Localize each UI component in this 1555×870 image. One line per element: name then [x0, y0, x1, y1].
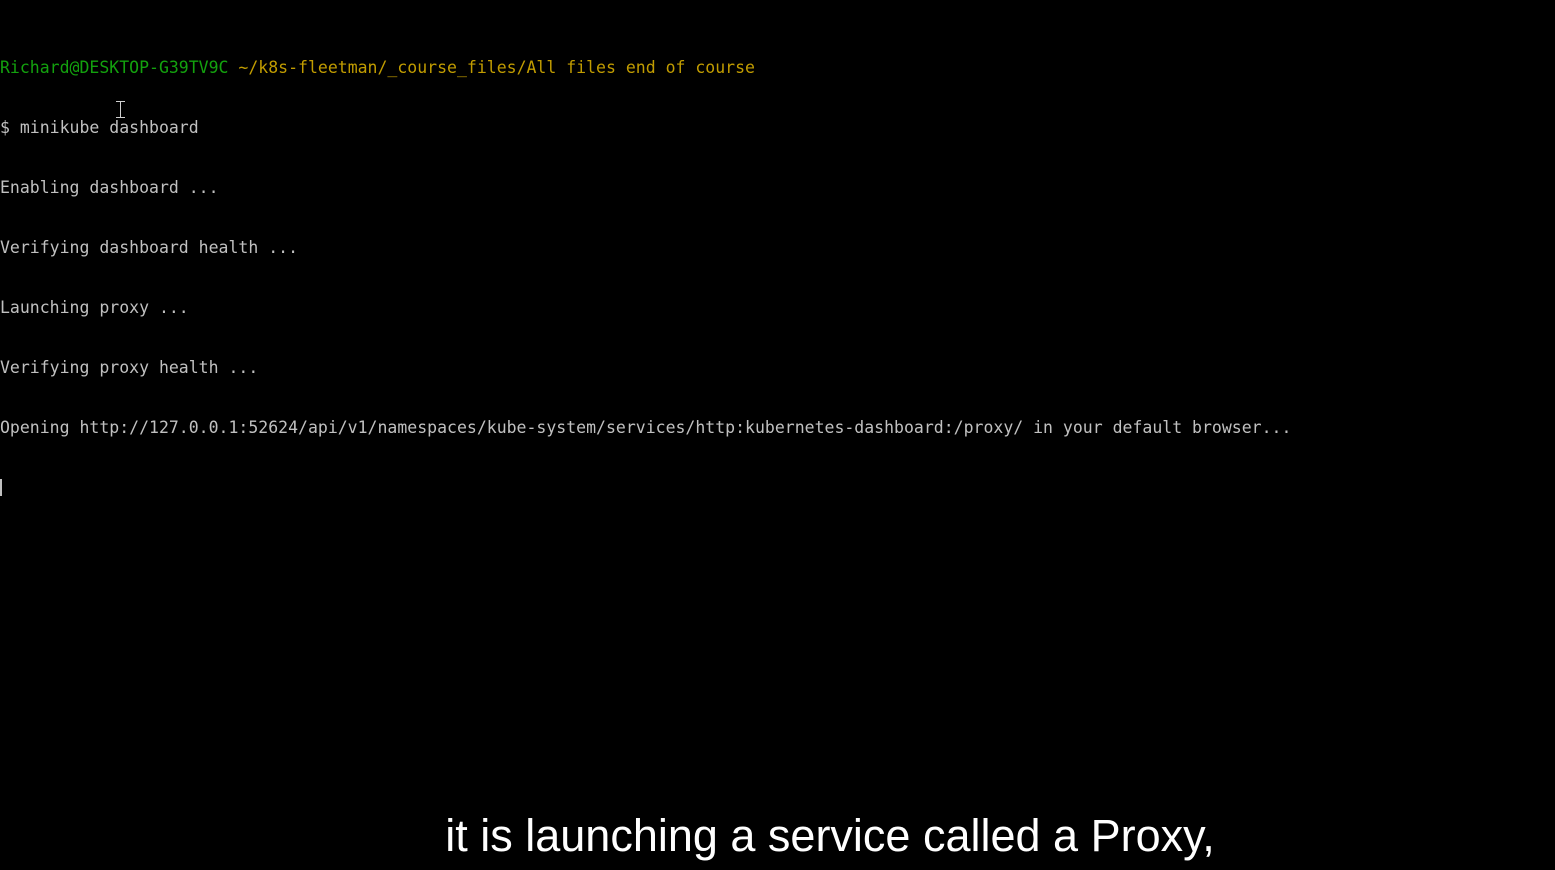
output-line: Opening http://127.0.0.1:52624/api/v1/na… [0, 418, 1292, 437]
ibeam-cursor-icon [116, 101, 125, 118]
video-subtitle: it is launching a service called a Proxy… [445, 810, 1215, 861]
terminal-output[interactable]: Richard@DESKTOP-G39TV9C ~/k8s-fleetman/_… [0, 18, 1555, 518]
text-cursor [0, 479, 2, 496]
prompt-line: Richard@DESKTOP-G39TV9C ~/k8s-fleetman/_… [0, 58, 1555, 78]
command-line: $ minikube dashboard [0, 118, 199, 137]
output-line: Enabling dashboard ... [0, 178, 219, 197]
prompt-user: Richard@DESKTOP-G39TV9C [0, 58, 229, 77]
input-line[interactable] [0, 478, 1555, 498]
output-line: Verifying proxy health ... [0, 358, 259, 377]
output-line: Launching proxy ... [0, 298, 189, 317]
prompt-path: ~/k8s-fleetman/_course_files/All files e… [238, 58, 755, 77]
output-line: Verifying dashboard health ... [0, 238, 299, 257]
